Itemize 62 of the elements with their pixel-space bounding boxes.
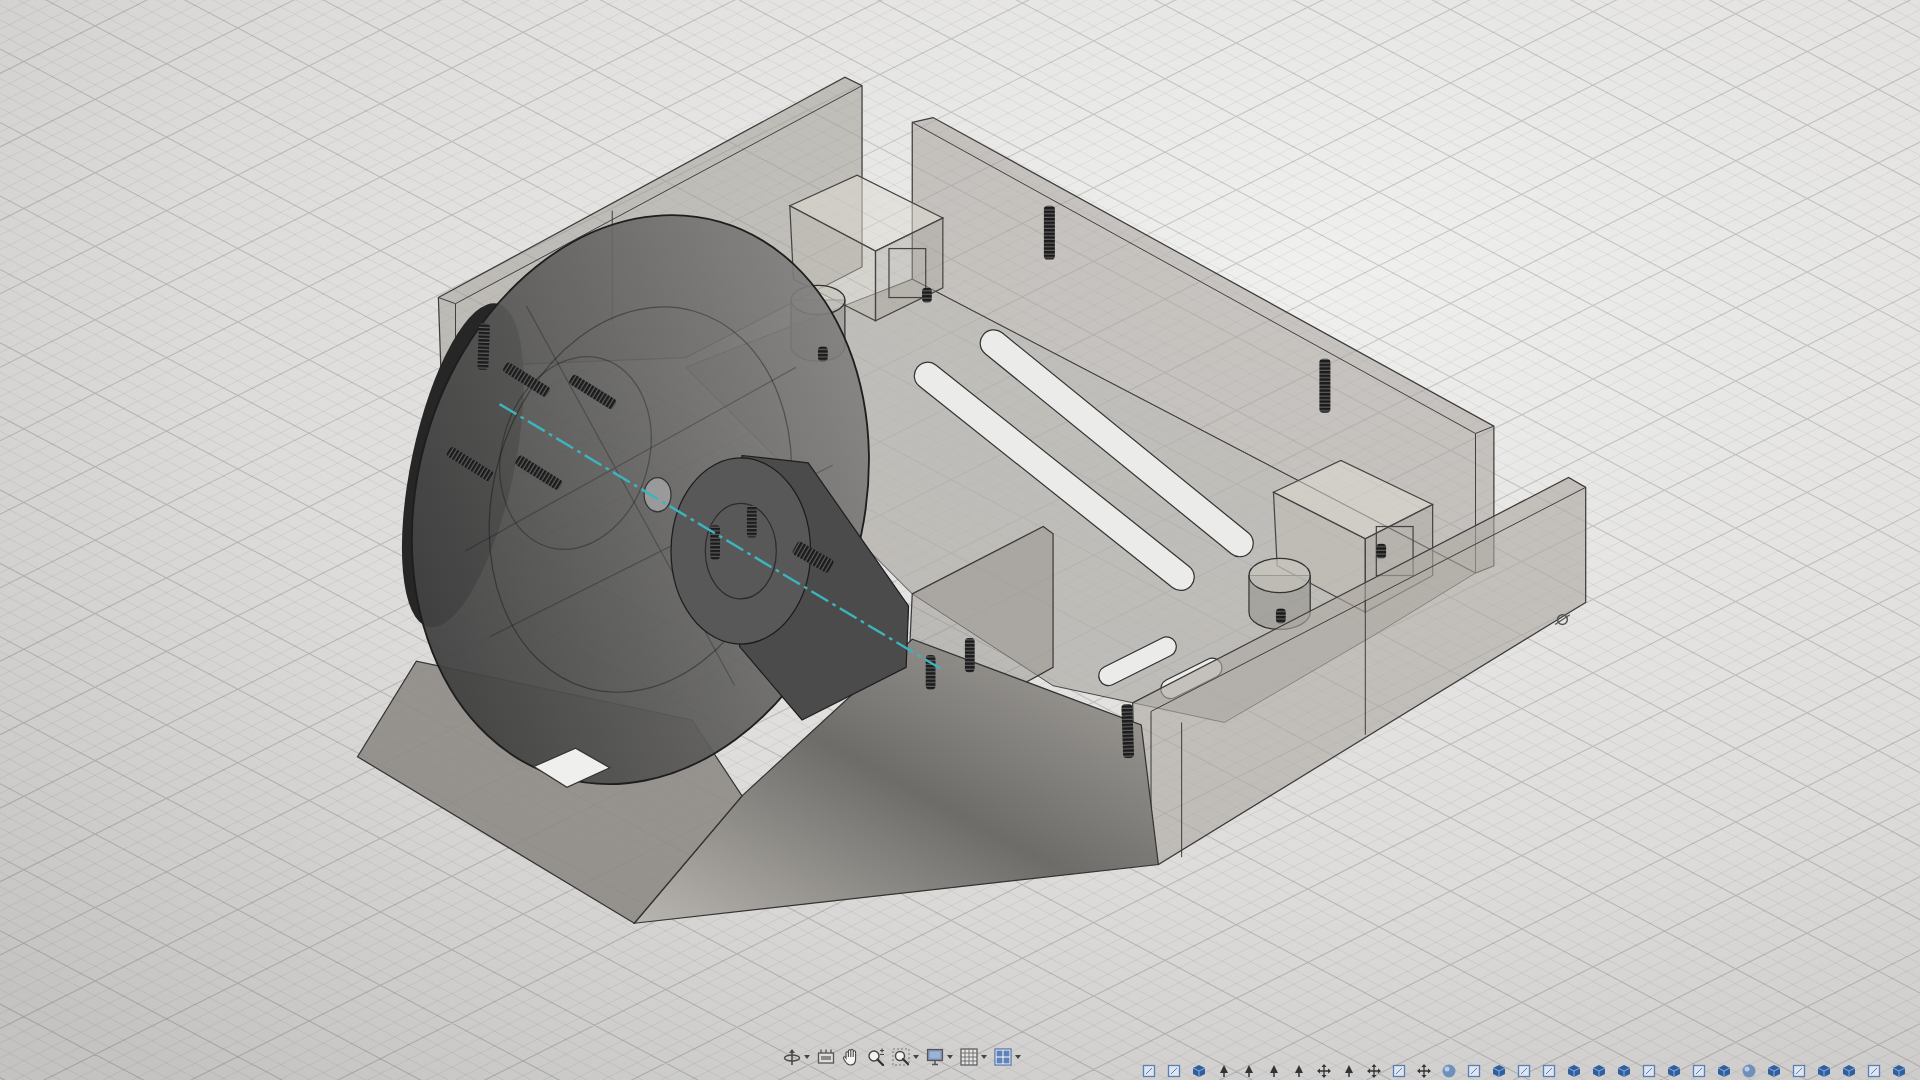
zoom-window-icon — [892, 1048, 910, 1066]
screw — [925, 655, 936, 690]
cube-icon[interactable] — [1667, 1064, 1681, 1078]
screw — [1121, 703, 1135, 759]
zoom-button[interactable] — [866, 1047, 886, 1067]
cube-icon[interactable] — [1817, 1064, 1831, 1078]
shaft — [643, 476, 672, 513]
pin-icon[interactable] — [1267, 1064, 1281, 1078]
look-at-button[interactable] — [816, 1047, 836, 1067]
viewports-button[interactable] — [993, 1047, 1022, 1067]
panes-icon — [994, 1048, 1012, 1066]
cross-arrows-icon[interactable] — [1417, 1064, 1431, 1078]
orbit-icon — [783, 1048, 801, 1066]
screw — [1043, 205, 1055, 260]
square-outline-icon[interactable] — [1792, 1064, 1806, 1078]
cross-arrows-icon[interactable] — [1317, 1064, 1331, 1078]
screw — [1376, 543, 1387, 559]
screw — [1275, 608, 1286, 624]
cross-arrows-icon[interactable] — [1367, 1064, 1381, 1078]
square-outline-icon[interactable] — [1867, 1064, 1881, 1078]
cube-icon[interactable] — [1842, 1064, 1856, 1078]
caret-icon — [1015, 1055, 1021, 1059]
square-outline-icon[interactable] — [1542, 1064, 1556, 1078]
square-outline-icon[interactable] — [1517, 1064, 1531, 1078]
square-outline-icon[interactable] — [1392, 1064, 1406, 1078]
frame-icon — [817, 1048, 835, 1066]
caret-icon — [981, 1055, 987, 1059]
square-outline-icon[interactable] — [1142, 1064, 1156, 1078]
square-outline-icon[interactable] — [1467, 1064, 1481, 1078]
square-outline-icon[interactable] — [1692, 1064, 1706, 1078]
cube-icon[interactable] — [1717, 1064, 1731, 1078]
cube-icon[interactable] — [1192, 1064, 1206, 1078]
square-outline-icon[interactable] — [1167, 1064, 1181, 1078]
monitor-icon — [926, 1048, 944, 1066]
caret-icon — [947, 1055, 953, 1059]
screw — [1319, 358, 1331, 413]
pin-icon[interactable] — [1292, 1064, 1306, 1078]
display-settings-button[interactable] — [925, 1047, 954, 1067]
cube-icon[interactable] — [1567, 1064, 1581, 1078]
cube-icon[interactable] — [1892, 1064, 1906, 1078]
cube-icon[interactable] — [1592, 1064, 1606, 1078]
square-outline-icon[interactable] — [1642, 1064, 1656, 1078]
grid-button[interactable] — [959, 1047, 988, 1067]
zoom-icon — [867, 1048, 885, 1066]
pin-icon[interactable] — [1342, 1064, 1356, 1078]
screw — [964, 637, 975, 673]
orbit-button[interactable] — [782, 1047, 811, 1067]
screw — [710, 525, 720, 560]
screw — [746, 505, 757, 538]
cube-icon[interactable] — [1617, 1064, 1631, 1078]
pin-icon[interactable] — [1242, 1064, 1256, 1078]
caret-icon — [804, 1055, 810, 1059]
grid-icon — [960, 1048, 978, 1066]
screw — [922, 287, 932, 303]
cube-icon[interactable] — [1492, 1064, 1506, 1078]
fit-button[interactable] — [891, 1047, 920, 1067]
caret-icon — [913, 1055, 919, 1059]
sphere-icon[interactable] — [1442, 1064, 1456, 1078]
cube-icon[interactable] — [1767, 1064, 1781, 1078]
ring-icon — [1554, 613, 1571, 626]
screw — [817, 346, 828, 362]
pin-icon[interactable] — [1217, 1064, 1231, 1078]
